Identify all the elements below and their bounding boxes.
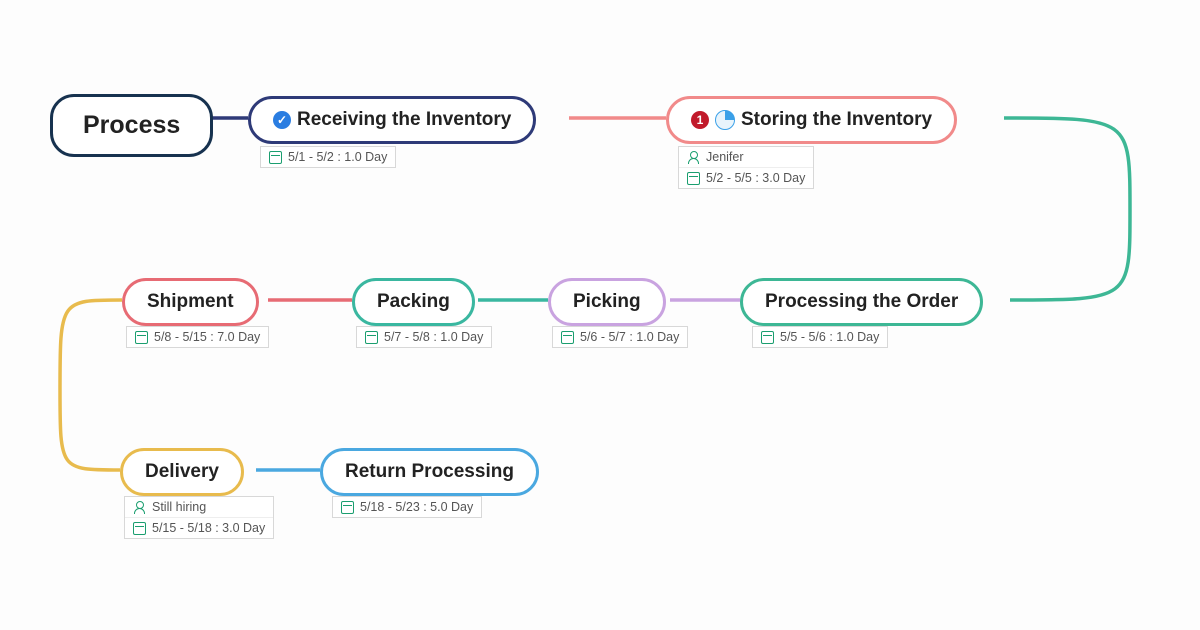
node-packing[interactable]: Packing (352, 278, 475, 326)
assignee: Jenifer (706, 150, 744, 164)
node-label: Processing the Order (765, 291, 958, 313)
progress-icon (715, 110, 735, 130)
meta-packing: 5/7 - 5/8 : 1.0 Day (356, 326, 492, 348)
node-receiving[interactable]: ✓ Receiving the Inventory (248, 96, 536, 144)
date-range: 5/5 - 5/6 : 1.0 Day (780, 330, 879, 344)
date-range: 5/1 - 5/2 : 1.0 Day (288, 150, 387, 164)
node-label: Packing (377, 291, 450, 313)
calendar-icon (687, 172, 700, 185)
calendar-icon (365, 331, 378, 344)
priority-icon: 1 (691, 111, 709, 129)
date-range: 5/2 - 5/5 : 3.0 Day (706, 171, 805, 185)
meta-picking: 5/6 - 5/7 : 1.0 Day (552, 326, 688, 348)
date-range: 5/8 - 5/15 : 7.0 Day (154, 330, 260, 344)
meta-storing: Jenifer 5/2 - 5/5 : 3.0 Day (678, 146, 814, 189)
node-label: Process (83, 111, 180, 140)
date-range: 5/18 - 5/23 : 5.0 Day (360, 500, 473, 514)
node-label: Return Processing (345, 461, 514, 483)
node-label: Shipment (147, 291, 234, 313)
meta-delivery: Still hiring 5/15 - 5/18 : 3.0 Day (124, 496, 274, 539)
node-label: Picking (573, 291, 641, 313)
calendar-icon (133, 522, 146, 535)
date-range: 5/15 - 5/18 : 3.0 Day (152, 521, 265, 535)
node-processing[interactable]: Processing the Order (740, 278, 983, 326)
check-icon: ✓ (273, 111, 291, 129)
node-picking[interactable]: Picking (548, 278, 666, 326)
meta-processing: 5/5 - 5/6 : 1.0 Day (752, 326, 888, 348)
person-icon (133, 501, 146, 514)
node-label: Storing the Inventory (741, 109, 932, 131)
person-icon (687, 151, 700, 164)
date-range: 5/7 - 5/8 : 1.0 Day (384, 330, 483, 344)
node-shipment[interactable]: Shipment (122, 278, 259, 326)
meta-return: 5/18 - 5/23 : 5.0 Day (332, 496, 482, 518)
node-return[interactable]: Return Processing (320, 448, 539, 496)
node-label: Receiving the Inventory (297, 109, 511, 131)
calendar-icon (135, 331, 148, 344)
assignee: Still hiring (152, 500, 206, 514)
date-range: 5/6 - 5/7 : 1.0 Day (580, 330, 679, 344)
calendar-icon (269, 151, 282, 164)
calendar-icon (341, 501, 354, 514)
node-storing[interactable]: 1 Storing the Inventory (666, 96, 957, 144)
node-process[interactable]: Process (50, 94, 213, 157)
meta-shipment: 5/8 - 5/15 : 7.0 Day (126, 326, 269, 348)
calendar-icon (561, 331, 574, 344)
node-label: Delivery (145, 461, 219, 483)
meta-receiving: 5/1 - 5/2 : 1.0 Day (260, 146, 396, 168)
calendar-icon (761, 331, 774, 344)
node-delivery[interactable]: Delivery (120, 448, 244, 496)
